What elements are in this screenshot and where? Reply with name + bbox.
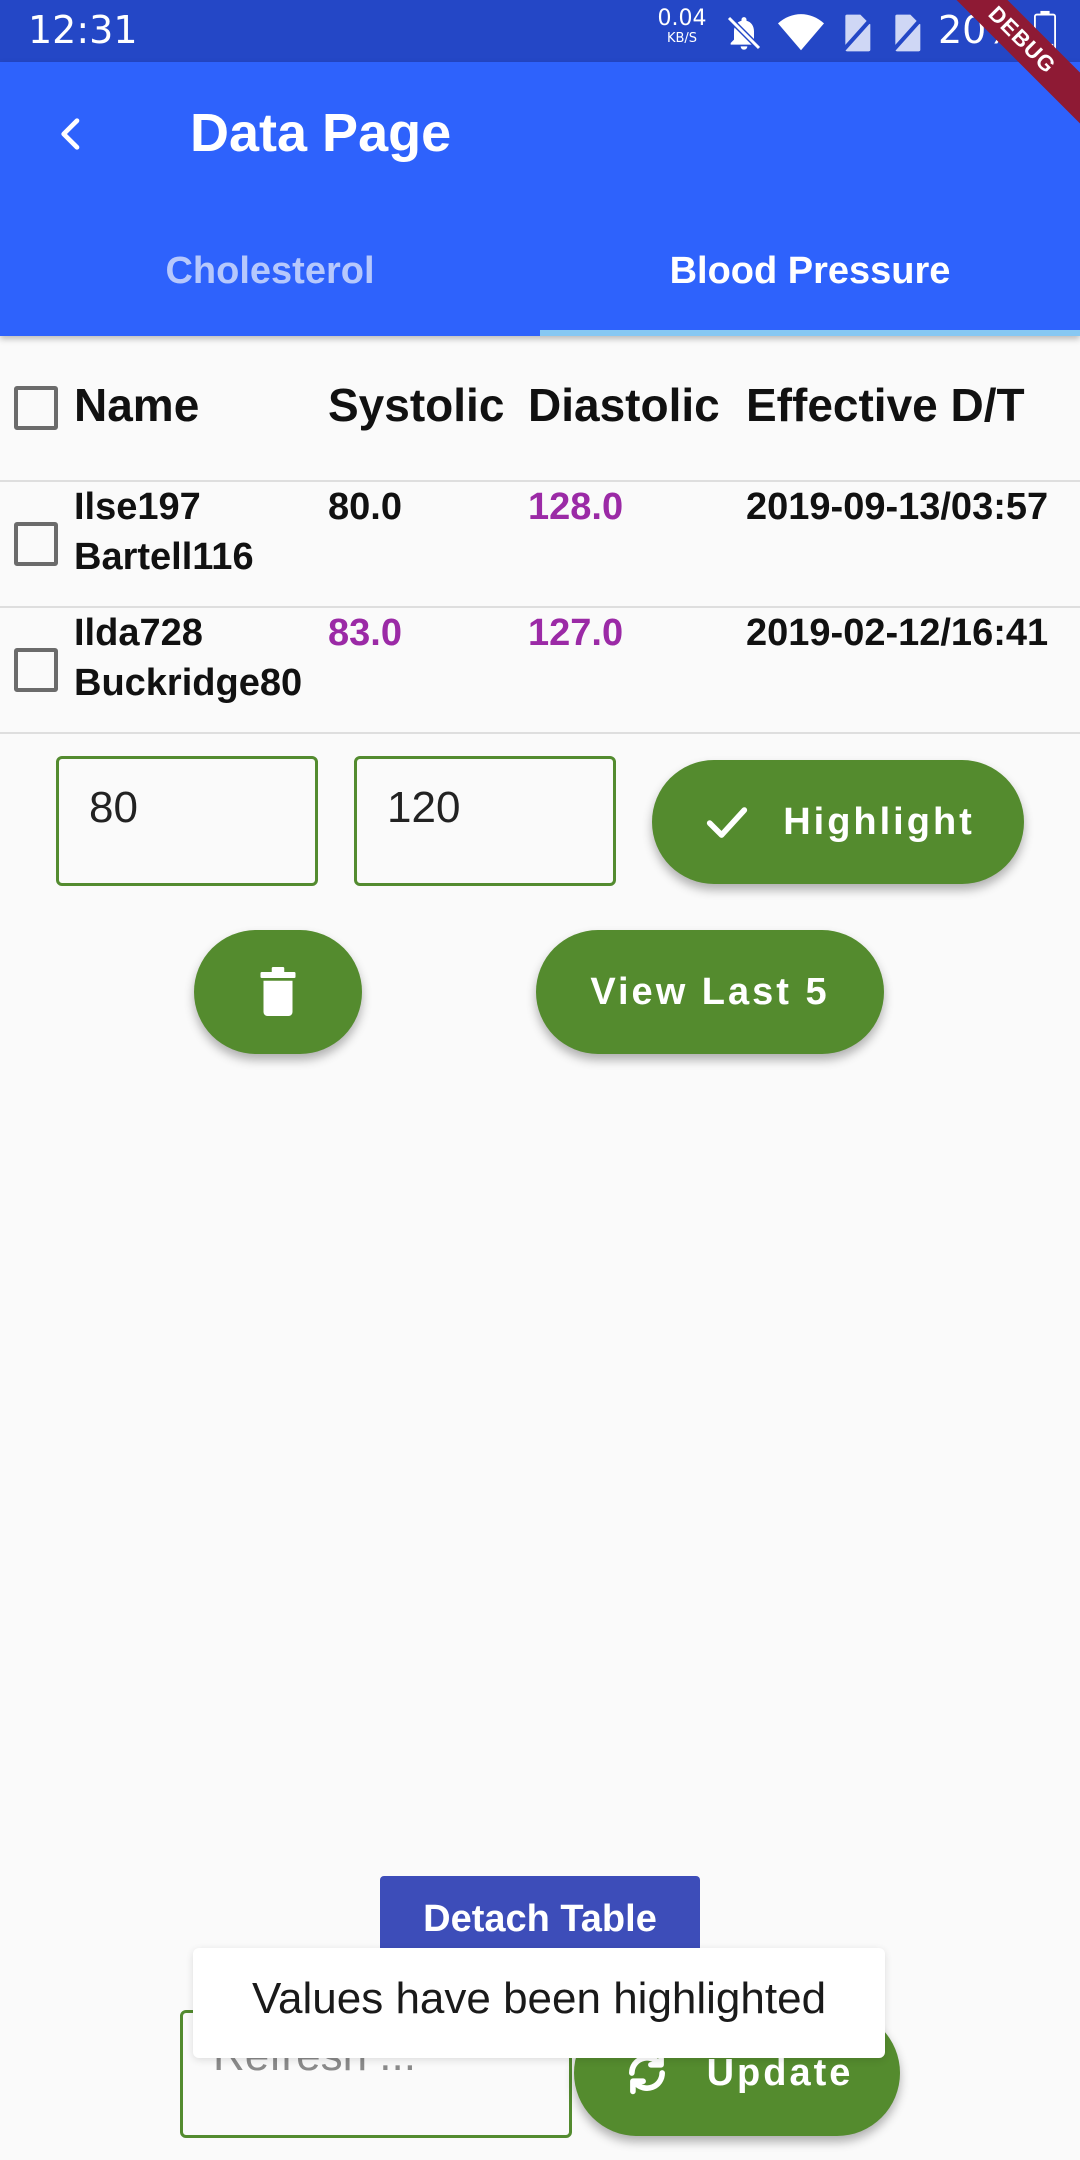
check-icon <box>707 807 748 838</box>
systolic-threshold-input[interactable]: 80 <box>56 756 318 886</box>
status-bar: 12:31 0.04 KB/S 20% <box>0 0 1080 62</box>
row-name: Ilse197 Bartell116 <box>74 482 254 582</box>
status-time: 12:31 <box>28 8 138 52</box>
row-diastolic: 127.0 <box>528 612 624 654</box>
no-sim-icon <box>842 14 874 52</box>
column-header-diastolic[interactable]: Diastolic <box>528 378 720 432</box>
column-header-name[interactable]: Name <box>74 378 199 432</box>
view-last-5-label: View Last 5 <box>590 970 830 1013</box>
tab-cholesterol[interactable]: Cholesterol <box>0 244 540 336</box>
row-diastolic: 128.0 <box>528 486 624 528</box>
tab-indicator <box>540 330 1080 336</box>
tab-blood-pressure[interactable]: Blood Pressure <box>540 244 1080 336</box>
tab-cholesterol-label: Cholesterol <box>165 250 375 292</box>
delete-button[interactable] <box>194 930 362 1054</box>
row-effective-datetime: 2019-02-12/16:41 <box>746 612 1049 654</box>
back-arrow-icon[interactable] <box>52 114 92 154</box>
snackbar: Values have been highlighted <box>193 1948 885 2058</box>
page-title: Data Page <box>190 103 452 163</box>
select-all-checkbox[interactable] <box>14 386 58 430</box>
highlight-button-label: Highlight <box>783 800 975 843</box>
wifi-icon <box>778 14 824 51</box>
view-last-5-button[interactable]: View Last 5 <box>536 930 884 1054</box>
no-sim-icon <box>892 14 924 52</box>
network-speed-unit: KB/S <box>666 31 698 46</box>
row-name-first: Ilda728 <box>74 612 203 654</box>
row-name-first: Ilse197 <box>74 486 201 528</box>
app-bar: Data Page Cholesterol Blood Pressure <box>0 62 1080 336</box>
column-header-effective[interactable]: Effective D/T <box>746 378 1025 432</box>
tab-blood-pressure-label: Blood Pressure <box>669 250 951 292</box>
row-name-last: Bartell116 <box>74 536 254 578</box>
network-speed: 0.04 KB/S <box>652 6 712 46</box>
row-divider <box>0 732 1080 734</box>
row-systolic: 83.0 <box>328 612 402 654</box>
row-systolic: 80.0 <box>328 486 402 528</box>
diastolic-threshold-input[interactable]: 120 <box>354 756 616 886</box>
row-name-last: Buckridge80 <box>74 662 303 704</box>
row-checkbox[interactable] <box>14 522 58 566</box>
column-header-systolic[interactable]: Systolic <box>328 378 504 432</box>
mute-icon <box>726 15 762 51</box>
network-speed-value: 0.04 <box>657 6 707 31</box>
highlight-button[interactable]: Highlight <box>652 760 1024 884</box>
snackbar-message: Values have been highlighted <box>251 1974 827 2023</box>
row-checkbox[interactable] <box>14 648 58 692</box>
row-effective-datetime: 2019-09-13/03:57 <box>746 486 1049 528</box>
row-name: Ilda728 Buckridge80 <box>74 608 302 708</box>
trash-icon <box>260 967 296 1016</box>
